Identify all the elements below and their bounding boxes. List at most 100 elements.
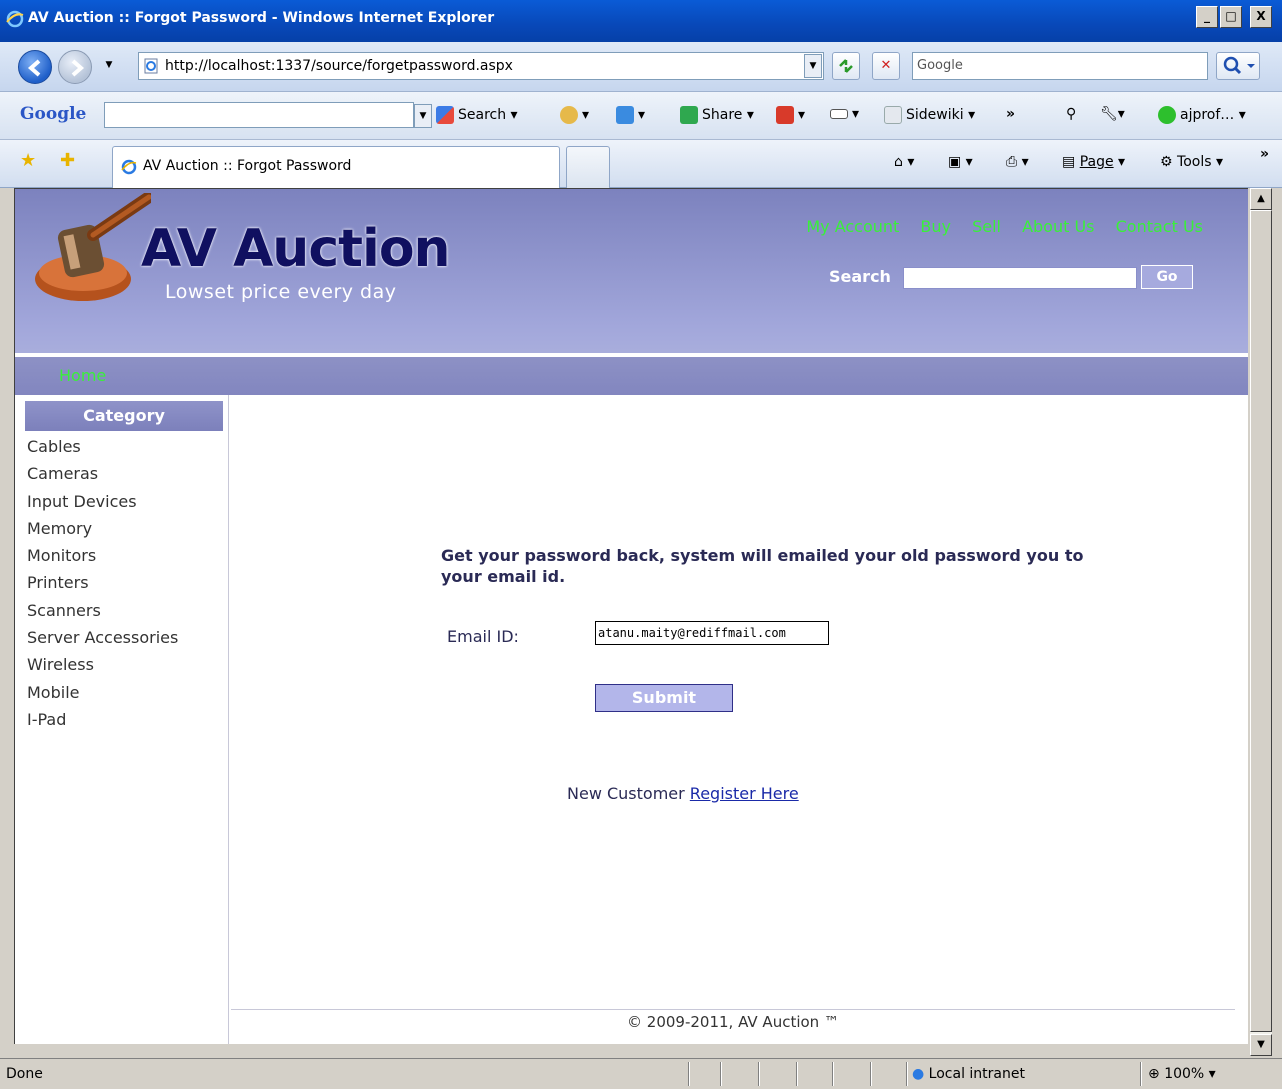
new-customer-line: New Customer Register Here (567, 784, 799, 803)
close-button[interactable]: X (1250, 6, 1272, 28)
category-wireless[interactable]: Wireless (27, 651, 178, 678)
back-button[interactable] (18, 50, 52, 84)
new-tab-button[interactable] (566, 146, 610, 188)
nav-about-us[interactable]: About Us (1022, 217, 1094, 236)
wireless-icon[interactable]: ⚲ (1066, 106, 1076, 122)
account-button[interactable]: ajprof… ▾ (1158, 106, 1246, 124)
scroll-up-icon[interactable]: ▲ (1250, 188, 1272, 210)
category-heading: Category (25, 401, 223, 431)
add-favorites-icon[interactable]: ✚ (60, 150, 75, 171)
status-separator (832, 1062, 834, 1086)
category-scanners[interactable]: Scanners (27, 597, 178, 624)
scroll-down-icon[interactable]: ▼ (1250, 1034, 1272, 1056)
window-title: AV Auction :: Forgot Password - Windows … (28, 10, 495, 26)
new-customer-text: New Customer (567, 784, 685, 803)
sidewiki-button[interactable]: Sidewiki ▾ (884, 106, 975, 124)
add-button[interactable]: ▾ (616, 106, 645, 124)
forward-button[interactable] (58, 50, 92, 84)
window-icon (830, 109, 848, 119)
scroll-thumb[interactable] (1250, 210, 1272, 1032)
category-memory[interactable]: Memory (27, 515, 178, 542)
security-zone[interactable]: ● Local intranet (912, 1062, 1025, 1086)
history-dropdown-icon[interactable]: ▼ (100, 54, 118, 78)
menu-bar: Home (15, 357, 1248, 395)
bookmarks-button[interactable]: ▾ (560, 106, 589, 124)
sidewiki-icon (884, 106, 902, 124)
page-menu-icon: ▤ (1062, 154, 1076, 170)
minimize-button[interactable]: _ (1196, 6, 1218, 28)
google-search-icon (436, 106, 454, 124)
share-button[interactable]: Share ▾ (680, 106, 754, 124)
search-go-button[interactable] (1216, 52, 1260, 80)
status-separator (1140, 1062, 1142, 1086)
zoom-level[interactable]: ⊕ 100% ▾ (1148, 1062, 1216, 1086)
nav-contact-us[interactable]: Contact Us (1116, 217, 1203, 236)
nav-sell[interactable]: Sell (972, 217, 1001, 236)
vertical-scrollbar[interactable]: ▲ ▼ (1250, 188, 1272, 1056)
site-search-go-button[interactable]: Go (1141, 265, 1193, 289)
bookmark-star-icon (560, 106, 578, 124)
zoom-label: 100% (1164, 1066, 1205, 1082)
google-dropdown-icon[interactable]: ▼ (414, 104, 432, 128)
category-printers[interactable]: Printers (27, 569, 178, 596)
sidewiki-label: Sidewiki (906, 107, 964, 123)
google-search-input[interactable] (104, 102, 414, 128)
print-button[interactable]: ⎙ ▾ (1006, 154, 1029, 170)
category-cables[interactable]: Cables (27, 433, 178, 460)
menu-home-link[interactable]: Home (59, 366, 106, 385)
maximize-button[interactable]: □ (1220, 6, 1242, 28)
share-icon (680, 106, 698, 124)
category-i-pad[interactable]: I-Pad (27, 706, 178, 733)
forward-arrow-icon (71, 59, 85, 77)
category-server-accessories[interactable]: Server Accessories (27, 624, 178, 651)
popup-blocker-icon (776, 106, 794, 124)
register-link[interactable]: Register Here (690, 784, 799, 803)
nav-buy[interactable]: Buy (920, 217, 951, 236)
category-mobile[interactable]: Mobile (27, 679, 178, 706)
favorites-star-icon[interactable]: ★ (20, 150, 36, 171)
tab-title: AV Auction :: Forgot Password (143, 158, 352, 174)
category-input-devices[interactable]: Input Devices (27, 488, 178, 515)
address-dropdown-icon[interactable]: ▼ (804, 54, 822, 78)
stop-button[interactable]: ✕ (872, 52, 900, 80)
search-input[interactable]: Google (912, 52, 1208, 80)
page-icon (144, 58, 158, 74)
page-menu[interactable]: ▤ Page ▾ (1062, 154, 1125, 170)
window-button[interactable]: ▾ (830, 106, 859, 122)
site-brand[interactable]: AV Auction (141, 219, 451, 279)
submit-button[interactable]: Submit (595, 684, 733, 712)
top-navigation: My Account Buy Sell About Us Contact Us (790, 217, 1203, 236)
site-tagline: Lowset price every day (165, 281, 397, 303)
google-search-button[interactable]: Search ▾ (436, 106, 518, 124)
google-search-label: Search (458, 107, 507, 123)
magnifier-icon (1223, 56, 1255, 75)
security-zone-label: Local intranet (928, 1066, 1025, 1082)
toolbar-more-button[interactable]: » (1006, 106, 1015, 122)
address-bar[interactable]: http://localhost:1337/source/forgetpassw… (138, 52, 824, 80)
stop-icon: ✕ (880, 58, 892, 73)
google-logo[interactable]: Google (20, 104, 86, 124)
email-field[interactable]: atanu.maity@rediffmail.com (595, 621, 829, 645)
category-cameras[interactable]: Cameras (27, 460, 178, 487)
popup-blocker-button[interactable]: ▾ (776, 106, 805, 124)
tab-forgot-password[interactable]: AV Auction :: Forgot Password (112, 146, 560, 188)
page-viewport: AV Auction Lowset price every day My Acc… (14, 188, 1248, 1044)
site-search-input[interactable] (903, 267, 1137, 289)
home-button[interactable]: ⌂ ▾ (894, 154, 914, 170)
window-titlebar: AV Auction :: Forgot Password - Windows … (0, 0, 1282, 42)
category-list: Cables Cameras Input Devices Memory Moni… (27, 433, 178, 733)
google-toolbar: Google ▼ Search ▾ ▾ ▾ Share ▾ ▾ ▾ Sidewi… (0, 92, 1282, 140)
category-monitors[interactable]: Monitors (27, 542, 178, 569)
wrench-icon[interactable]: 🔧︎▾ (1100, 106, 1125, 122)
refresh-button[interactable] (832, 52, 860, 80)
feeds-button[interactable]: ▣ ▾ (948, 154, 973, 170)
account-label: ajprof… (1180, 107, 1235, 123)
home-icon: ⌂ (894, 154, 903, 170)
status-bar: Done ● Local intranet ⊕ 100% ▾ (0, 1058, 1282, 1088)
tools-menu[interactable]: ⚙ Tools ▾ (1160, 154, 1223, 170)
site-footer: © 2009-2011, AV Auction ™ (627, 1013, 839, 1031)
category-sidebar: Category Cables Cameras Input Devices Me… (15, 395, 229, 1044)
nav-my-account[interactable]: My Account (806, 217, 899, 236)
plus-icon (616, 106, 634, 124)
commands-more-button[interactable]: » (1260, 146, 1269, 162)
